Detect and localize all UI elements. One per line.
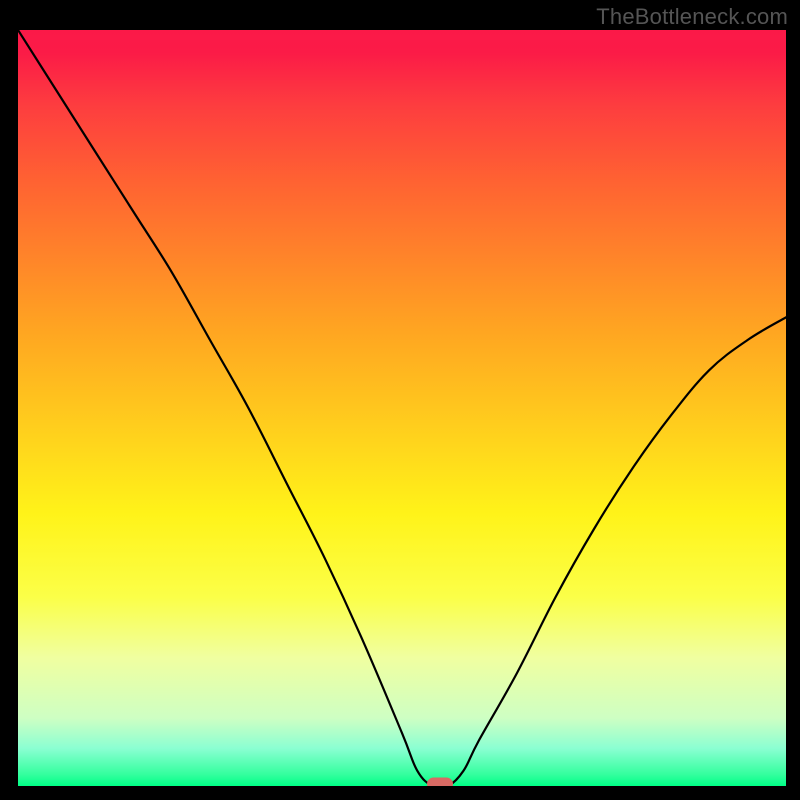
bottleneck-curve [18,30,786,786]
chart-frame: TheBottleneck.com [0,0,800,800]
optimal-marker [427,778,453,787]
plot-area [18,30,786,786]
watermark-text: TheBottleneck.com [596,4,788,30]
